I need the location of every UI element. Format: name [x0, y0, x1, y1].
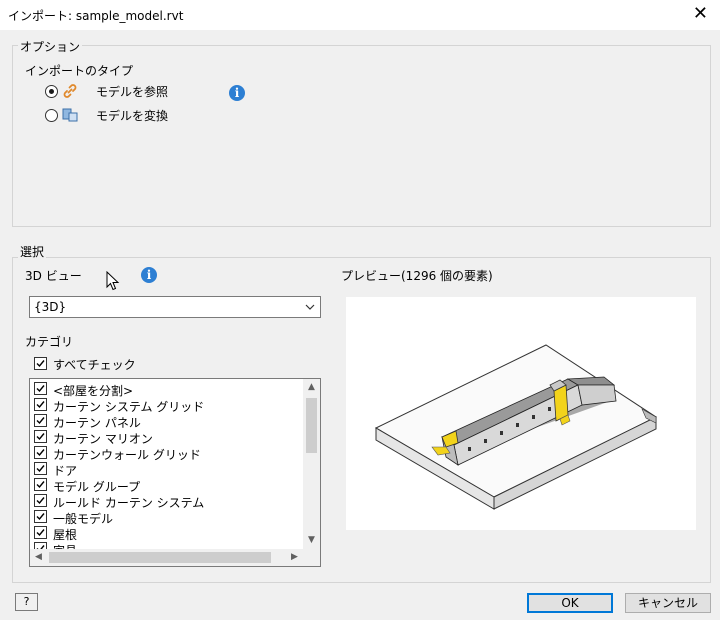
category-checkbox[interactable] — [34, 510, 47, 523]
ok-button[interactable]: OK — [527, 593, 613, 613]
scroll-down-icon[interactable]: ▼ — [303, 532, 320, 549]
help-button[interactable]: ? — [15, 593, 38, 611]
check-all-checkbox[interactable] — [34, 357, 47, 370]
list-item[interactable]: モデル グループ — [34, 477, 304, 494]
3d-view-selected: {3D} — [34, 300, 67, 314]
category-checkbox[interactable] — [34, 414, 47, 427]
view-info-icon[interactable]: i — [141, 267, 157, 283]
convert-model-icon — [62, 106, 78, 125]
list-item[interactable]: <部屋を分割> — [34, 381, 304, 398]
selection-group-legend: 選択 — [18, 243, 47, 260]
title-bar: インポート: sample_model.rvt ✕ — [0, 0, 720, 30]
list-item[interactable]: ドア — [34, 461, 304, 478]
reference-model-label[interactable]: モデルを参照 — [96, 83, 168, 100]
model-preview — [346, 297, 696, 530]
import-type-label: インポートのタイプ — [25, 64, 134, 78]
vertical-scroll-thumb[interactable] — [306, 398, 317, 453]
scroll-right-icon[interactable]: ▶ — [286, 549, 303, 566]
category-label: カテゴリ — [25, 335, 74, 349]
info-icon[interactable]: i — [229, 85, 245, 101]
category-checkbox[interactable] — [34, 382, 47, 395]
scroll-left-icon[interactable]: ◀ — [30, 549, 47, 566]
category-checkbox[interactable] — [34, 478, 47, 491]
building-model-illustration — [374, 344, 658, 510]
cancel-button[interactable]: キャンセル — [625, 593, 711, 613]
close-icon[interactable]: ✕ — [693, 4, 708, 24]
list-item[interactable]: 一般モデル — [34, 509, 304, 526]
chevron-down-icon — [304, 301, 316, 313]
horizontal-scroll-thumb[interactable] — [49, 552, 271, 563]
scroll-up-icon[interactable]: ▲ — [303, 379, 320, 396]
reference-model-radio[interactable] — [45, 85, 58, 98]
convert-model-label[interactable]: モデルを変換 — [96, 107, 168, 124]
check-all-label[interactable]: すべてチェック — [53, 356, 136, 373]
category-checkbox[interactable] — [34, 430, 47, 443]
list-item[interactable]: ルールド カーテン システム — [34, 493, 304, 510]
3d-view-dropdown[interactable]: {3D} — [29, 296, 321, 318]
3d-view-label: 3D ビュー — [25, 269, 82, 283]
list-item[interactable]: 屋根 — [34, 525, 304, 542]
list-item[interactable]: カーテン パネル — [34, 413, 304, 430]
category-checkbox[interactable] — [34, 494, 47, 507]
horizontal-scrollbar[interactable]: ◀ ▶ — [30, 549, 320, 566]
options-group-legend: オプション — [18, 38, 83, 55]
category-checkbox[interactable] — [34, 446, 47, 459]
category-checkbox[interactable] — [34, 462, 47, 475]
category-checkbox[interactable] — [34, 398, 47, 411]
preview-label: プレビュー(1296 個の要素) — [341, 269, 493, 283]
category-list[interactable]: <部屋を分割> カーテン システム グリッド カーテン パネル カーテン マリオ… — [29, 378, 321, 567]
link-icon — [62, 83, 78, 102]
window-title: インポート: sample_model.rvt — [8, 9, 184, 23]
list-item[interactable]: カーテン マリオン — [34, 429, 304, 446]
mouse-cursor-icon — [106, 270, 120, 294]
category-checkbox[interactable] — [34, 526, 47, 539]
list-item[interactable]: カーテン システム グリッド — [34, 397, 304, 414]
list-item[interactable]: カーテンウォール グリッド — [34, 445, 304, 462]
vertical-scrollbar[interactable]: ▲ ▼ — [303, 379, 320, 549]
convert-model-radio[interactable] — [45, 109, 58, 122]
